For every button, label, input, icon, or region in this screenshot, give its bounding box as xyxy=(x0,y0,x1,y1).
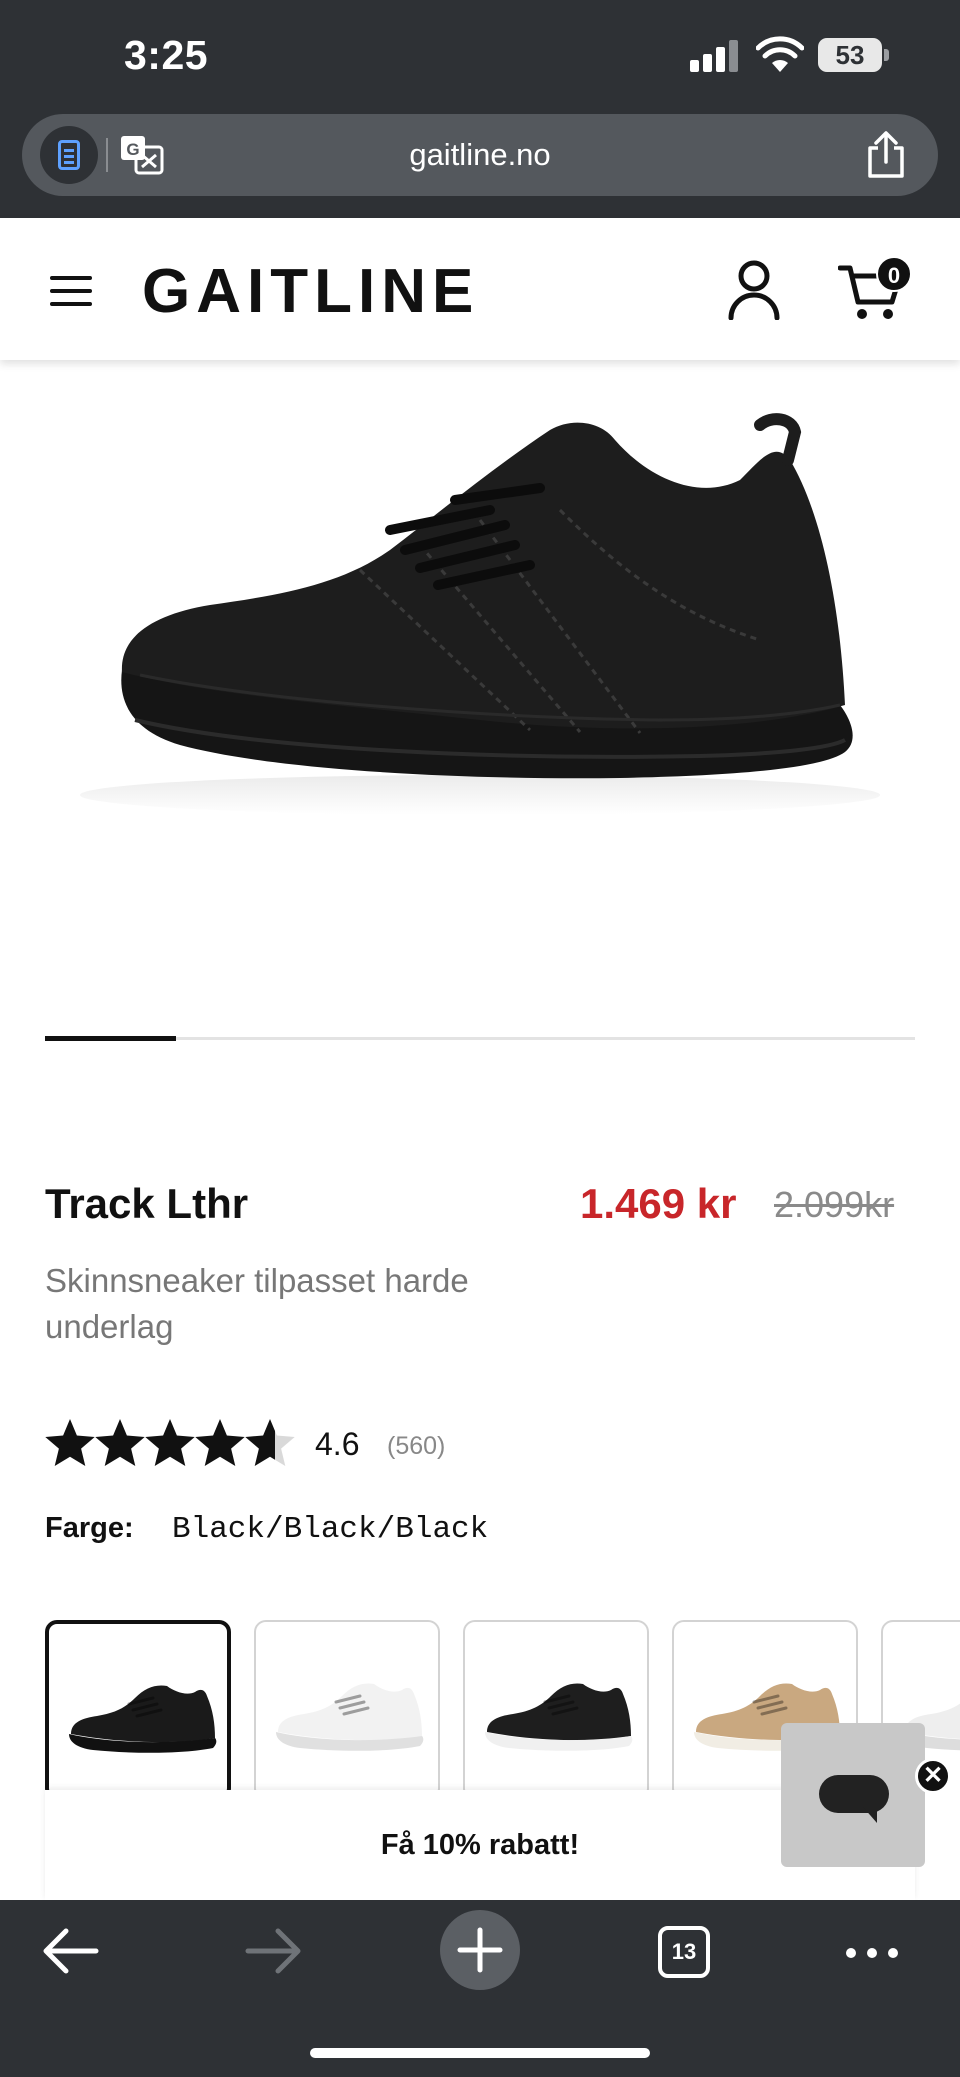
product-name: Track Lthr xyxy=(45,1180,249,1227)
close-chat-icon[interactable]: ✕ xyxy=(915,1758,951,1794)
home-indicator xyxy=(310,2048,650,2058)
star-icon xyxy=(45,1419,95,1466)
shoe-thumbnail-icon xyxy=(485,1683,633,1751)
rating-value: 4.6 xyxy=(315,1426,360,1462)
new-tab-button[interactable] xyxy=(440,1910,520,1990)
url-divider xyxy=(106,138,108,172)
gallery-progress-indicator xyxy=(45,1036,176,1041)
account-icon[interactable] xyxy=(726,258,782,320)
battery-tip xyxy=(884,49,889,61)
shoe-thumbnail-icon xyxy=(276,1683,424,1751)
forward-arrow-icon[interactable] xyxy=(244,1926,304,1976)
color-swatch[interactable] xyxy=(463,1620,649,1790)
color-swatch[interactable] xyxy=(45,1620,231,1790)
sale-price: 1.469 kr xyxy=(580,1180,737,1227)
battery-icon: 53 xyxy=(818,38,882,72)
url-bar[interactable]: gaitline.no G xyxy=(22,114,938,196)
color-swatch[interactable] xyxy=(254,1620,440,1790)
star-icon xyxy=(245,1419,295,1466)
reader-mode-button[interactable] xyxy=(40,126,98,184)
share-icon[interactable] xyxy=(864,130,908,180)
rating-stars-icon xyxy=(45,1419,295,1466)
star-icon xyxy=(145,1419,195,1466)
chat-widget-button[interactable] xyxy=(781,1723,925,1867)
chat-icon-tail xyxy=(863,1807,877,1823)
browser-top-bar: 3:25 53 gaitline.no G xyxy=(0,0,960,218)
plus-icon xyxy=(457,1927,503,1973)
translate-icon[interactable]: G xyxy=(118,131,166,179)
shoe-thumbnail-icon xyxy=(69,1685,217,1753)
review-count[interactable]: (560) xyxy=(387,1432,445,1461)
gallery-progress-track xyxy=(45,1036,915,1041)
back-arrow-icon[interactable] xyxy=(40,1926,100,1976)
tabs-button[interactable]: 13 xyxy=(658,1926,710,1978)
menu-icon[interactable] xyxy=(50,276,92,306)
product-subtitle: Skinnsneaker tilpasset harde underlag xyxy=(45,1262,469,1345)
svg-text:G: G xyxy=(126,140,139,159)
chat-icon xyxy=(819,1775,889,1813)
browser-toolbar: 13 xyxy=(0,1900,960,2077)
star-icon xyxy=(95,1419,145,1466)
site-logo[interactable]: GAITLINE xyxy=(142,256,479,327)
page: 3:25 53 gaitline.no G GAITLINE 0 Track L… xyxy=(0,0,960,2077)
color-label: Farge: xyxy=(45,1512,134,1544)
site-header: GAITLINE xyxy=(0,218,960,360)
color-value: Black/Black/Black xyxy=(172,1512,489,1547)
cart-count-badge: 0 xyxy=(876,256,912,292)
star-icon xyxy=(195,1419,245,1466)
status-time: 3:25 xyxy=(124,32,209,78)
product-image[interactable] xyxy=(60,400,920,840)
more-options-icon[interactable] xyxy=(846,1948,898,1958)
cellular-signal-icon xyxy=(690,38,742,72)
original-price: 2.099kr xyxy=(774,1184,895,1225)
document-icon xyxy=(58,140,80,170)
wifi-icon xyxy=(756,36,804,72)
